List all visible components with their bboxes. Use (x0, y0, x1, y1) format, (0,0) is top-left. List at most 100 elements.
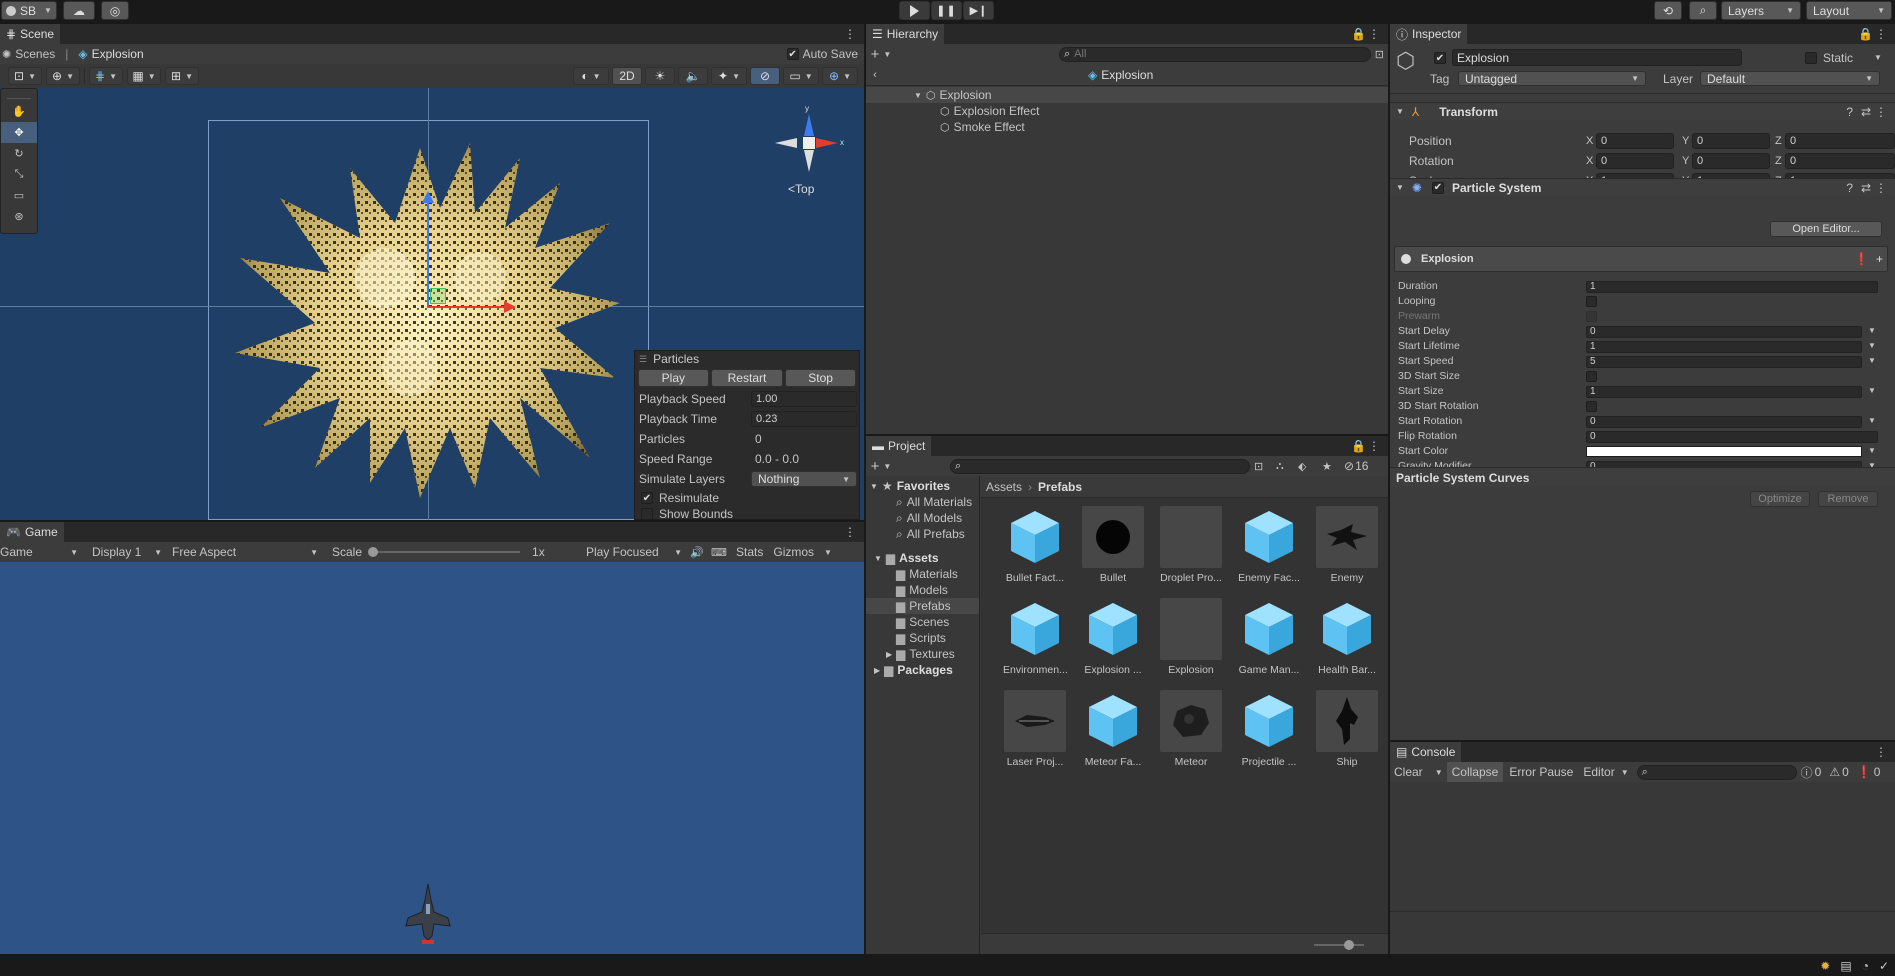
chevron-down-icon[interactable]: ▼ (1868, 341, 1876, 350)
gizmo-top-label[interactable]: <Top (788, 182, 814, 196)
gizmos-dropdown[interactable]: Gizmos ▼ (769, 545, 832, 559)
gizmos-dropdown[interactable]: ⊕ ▼ (822, 67, 858, 85)
play-focused-dropdown[interactable]: Play Focused ▼ (578, 545, 686, 559)
expand-arrow-icon[interactable]: ▼ (870, 482, 878, 491)
folder-item[interactable]: ▆ Models (866, 582, 979, 598)
asset-item[interactable]: Meteor Fa... (1081, 690, 1145, 768)
particle-property-field[interactable]: 5 (1586, 356, 1862, 368)
move-gizmo-y-arrow[interactable] (427, 198, 429, 308)
tab-scene[interactable]: ⋕ Scene (0, 24, 61, 44)
asset-item[interactable]: Health Bar... (1315, 598, 1379, 676)
favorites-header[interactable]: ▼ ★ Favorites (866, 478, 979, 494)
folder-item[interactable]: ▆ Materials (866, 566, 979, 582)
mute-audio-icon[interactable]: 🔊 (686, 546, 708, 559)
breadcrumb-current[interactable]: Prefabs (1038, 480, 1082, 494)
asset-item[interactable]: Bullet Fact... (1003, 506, 1067, 584)
play-button[interactable] (899, 1, 930, 20)
show-bounds-checkbox[interactable] (641, 508, 653, 520)
resimulate-checkbox[interactable]: ✔ (641, 492, 653, 504)
favorites-item[interactable]: ⌕ All Models (866, 510, 979, 526)
orientation-gizmo[interactable]: y x <Top (770, 104, 850, 198)
increment-snap-dropdown[interactable]: ⊞ ▼ (165, 67, 199, 85)
collapse-toggle[interactable]: Collapse (1446, 762, 1504, 782)
more-icon[interactable]: ⋮ (844, 525, 856, 539)
account-dropdown[interactable]: SB ▼ (1, 1, 57, 20)
auto-save-checkbox[interactable]: ✔ (786, 48, 799, 60)
more-icon[interactable]: ⋮ (1875, 745, 1887, 759)
particle-property-field[interactable]: 0 (1586, 431, 1878, 443)
tab-hierarchy[interactable]: ☰ Hierarchy (866, 24, 945, 44)
cache-server-icon[interactable]: ▤ (1840, 959, 1851, 973)
console-log-area[interactable] (1390, 782, 1895, 912)
module-header[interactable]: Explosion ❗ + (1394, 246, 1888, 272)
transform-y-field[interactable]: 0 (1692, 133, 1770, 149)
transform-z-field[interactable]: 0 (1785, 153, 1895, 169)
particle-system-header[interactable]: ▼ ✺ ✔ Particle System ? ⇄ ⋮ (1390, 178, 1895, 196)
game-viewport[interactable] (0, 562, 864, 954)
chevron-down-icon[interactable]: ▼ (1868, 386, 1876, 395)
folder-item[interactable]: ▆ Prefabs (866, 598, 979, 614)
project-search[interactable]: ⌕ (950, 458, 1250, 474)
error-pause-toggle[interactable]: Error Pause (1503, 765, 1579, 779)
asset-item[interactable]: Enemy Fac... (1237, 506, 1301, 584)
chevron-down-icon[interactable]: ▼ (1868, 326, 1876, 335)
transform-z-field[interactable]: 0 (1785, 133, 1895, 149)
stats-button[interactable]: Stats (730, 545, 769, 559)
icon-size-slider-thumb[interactable] (1344, 940, 1354, 950)
scale-tool-icon[interactable]: ⤡ (1, 164, 37, 185)
particle-property-field[interactable]: 1 (1586, 341, 1862, 353)
particles-stop-button[interactable]: Stop (785, 369, 856, 387)
star-icon[interactable]: ★ (1322, 460, 1332, 473)
lock-icon[interactable]: 🔒 (1858, 27, 1873, 41)
particles-restart-button[interactable]: Restart (710, 369, 784, 387)
more-icon[interactable]: ⋮ (1875, 105, 1887, 119)
tab-game[interactable]: 🎮 Game (0, 522, 64, 542)
scene-viewport[interactable]: ✋ ✥ ↻ ⤡ ▭ ⊛ y x <Top ☰ Particles Play Re… (0, 88, 864, 520)
playback-time-field[interactable]: 0.23 (751, 411, 857, 427)
scale-slider[interactable] (368, 547, 521, 557)
packages-header[interactable]: ▶ ▆ Packages (866, 662, 979, 678)
lighting-button[interactable]: ☀ (645, 67, 675, 85)
transform-header[interactable]: ▼ ⅄ Transform ? ⇄ ⋮ (1390, 102, 1895, 120)
search-button[interactable]: ⌕ (1689, 1, 1717, 20)
asset-item[interactable]: Game Man... (1237, 598, 1301, 676)
grid-snap-dropdown[interactable]: ▦ ▼ (127, 67, 161, 85)
more-icon[interactable]: ⋮ (844, 27, 856, 41)
tag-icon[interactable]: ⬖ (1298, 460, 1306, 473)
tab-console[interactable]: ▤ Console (1390, 742, 1462, 762)
hierarchy-item[interactable]: ⬡ Smoke Effect (866, 119, 1388, 135)
add-icon[interactable]: + ▼ (866, 458, 896, 475)
scene-visibility-icon[interactable]: ⊡ (1375, 48, 1384, 61)
hierarchy-search[interactable]: ⌕ All (1059, 46, 1371, 62)
simulate-layers-dropdown[interactable]: Nothing ▼ (751, 471, 857, 487)
hand-tool-icon[interactable]: ✋ (1, 101, 37, 122)
presets-icon[interactable]: ⇄ (1861, 105, 1871, 119)
rotate-tool-icon[interactable]: ↻ (1, 143, 37, 164)
display-dropdown[interactable]: Display 1 ▼ (82, 545, 166, 559)
toggle-2d-button[interactable]: 2D (612, 67, 642, 85)
pause-button[interactable]: ❚❚ (931, 1, 962, 20)
add-module-icon[interactable]: + (1876, 252, 1883, 266)
console-search[interactable]: ⌕ (1636, 764, 1797, 780)
tag-dropdown[interactable]: Untagged ▼ (1458, 71, 1646, 86)
transform-y-field[interactable]: 0 (1692, 153, 1770, 169)
info-count-toggle[interactable]: ⓘ 0 (1801, 764, 1822, 781)
expand-arrow-icon[interactable]: ▶ (886, 650, 892, 659)
expand-arrow-icon[interactable]: ▶ (874, 666, 880, 675)
asset-item[interactable]: Bullet (1081, 506, 1145, 584)
folder-item[interactable]: ▆ Scenes (866, 614, 979, 630)
lock-icon[interactable]: 🔒 (1351, 27, 1366, 41)
cloud-button[interactable]: ☁ (63, 1, 95, 20)
curves-area[interactable] (1390, 512, 1895, 728)
folder-item[interactable]: ▶ ▆ Textures (866, 646, 979, 662)
transform-x-field[interactable]: 0 (1596, 133, 1674, 149)
asset-item[interactable]: Explosion ... (1081, 598, 1145, 676)
open-editor-button[interactable]: Open Editor... (1770, 221, 1882, 237)
back-arrow-icon[interactable]: ‹ (868, 69, 882, 81)
move-gizmo-x-head[interactable] (504, 301, 516, 313)
history-button[interactable]: ⟲ (1654, 1, 1682, 20)
search-by-type-icon[interactable]: ⊡ (1254, 460, 1263, 473)
layout-dropdown[interactable]: Layout ▼ (1806, 1, 1892, 20)
camera-dropdown[interactable]: ▭ ▼ (783, 67, 819, 85)
breadcrumb-item[interactable]: Explosion (92, 47, 144, 61)
